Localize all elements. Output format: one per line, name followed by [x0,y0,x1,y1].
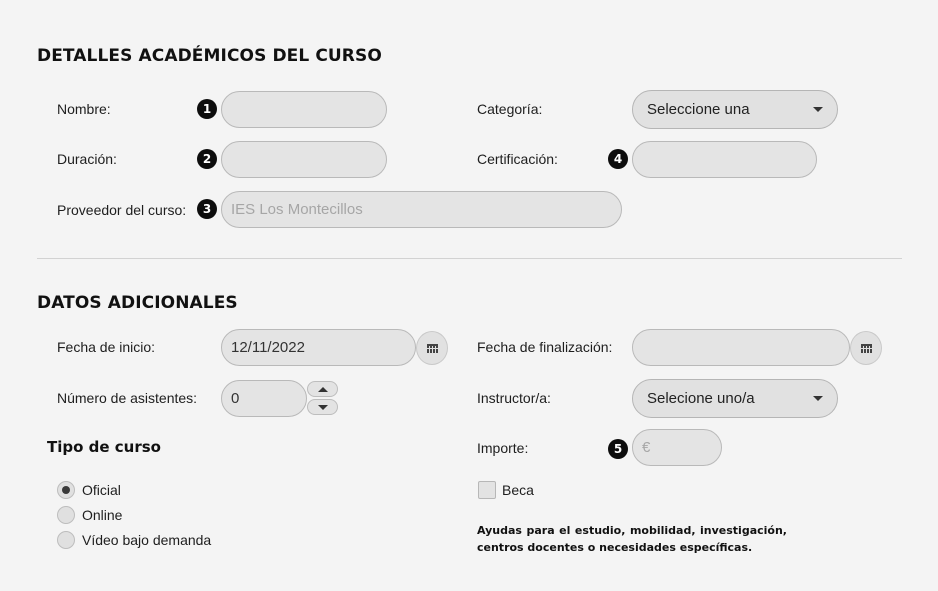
proveedor-label: Proveedor del curso: [57,202,187,218]
duracion-label: Duración: [57,151,117,167]
section-title-datos-adicionales: DATOS ADICIONALES [37,293,238,313]
section-title-detalles: DETALLES ACADÉMICOS DEL CURSO [37,46,382,66]
radio-selected-dot [62,486,70,494]
tipo-curso-title: Tipo de curso [47,438,161,456]
fecha-inicio-input[interactable]: 12/11/2022 [221,329,416,366]
instructor-label: Instructor/a: [477,390,551,406]
fecha-inicio-label: Fecha de inicio: [57,339,156,355]
badge-4: 4 [608,149,628,169]
certificacion-label: Certificación: [477,151,558,167]
asistentes-label: Número de asistentes: [57,390,198,406]
importe-placeholder: € [642,439,651,456]
nombre-input[interactable] [221,91,387,128]
chevron-down-icon [813,107,823,112]
fecha-inicio-calendar-button[interactable] [416,331,448,365]
proveedor-input[interactable]: IES Los Montecillos [221,191,622,228]
asistentes-value: 0 [231,390,240,407]
beca-note: Ayudas para el estudio, mobilidad, inves… [477,524,787,554]
duracion-input[interactable] [221,141,387,178]
categoria-value: Seleccione una [647,101,750,118]
proveedor-placeholder: IES Los Montecillos [231,201,363,218]
beca-label[interactable]: Beca [502,482,534,498]
chevron-down-icon [813,396,823,401]
importe-label: Importe: [477,440,529,456]
categoria-select[interactable]: Seleccione una [632,90,838,129]
calendar-icon [860,343,872,353]
radio-video-label[interactable]: Vídeo bajo demanda [82,532,211,548]
badge-2: 2 [197,149,217,169]
badge-3: 3 [197,199,217,219]
section-divider [37,258,902,259]
fecha-fin-calendar-button[interactable] [850,331,882,365]
asistentes-increment-button[interactable] [307,381,338,397]
radio-oficial[interactable] [57,481,75,499]
beca-checkbox[interactable] [478,481,496,499]
radio-online-label[interactable]: Online [82,507,122,523]
certificacion-input[interactable] [632,141,817,178]
importe-input[interactable]: € [632,429,722,466]
categoria-label: Categoría: [477,101,543,117]
instructor-value: Selecione uno/a [647,390,755,407]
fecha-fin-input[interactable] [632,329,850,366]
calendar-icon [426,343,438,353]
instructor-select[interactable]: Selecione uno/a [632,379,838,418]
radio-oficial-label[interactable]: Oficial [82,482,121,498]
nombre-label: Nombre: [57,101,111,117]
fecha-fin-label: Fecha de finalización: [477,339,613,355]
asistentes-input[interactable]: 0 [221,380,307,417]
radio-online[interactable] [57,506,75,524]
fecha-inicio-value: 12/11/2022 [231,339,305,356]
badge-1: 1 [197,99,217,119]
arrow-down-icon [317,404,328,410]
arrow-up-icon [317,386,328,392]
radio-video-bajo-demanda[interactable] [57,531,75,549]
badge-5: 5 [608,439,628,459]
asistentes-decrement-button[interactable] [307,399,338,415]
